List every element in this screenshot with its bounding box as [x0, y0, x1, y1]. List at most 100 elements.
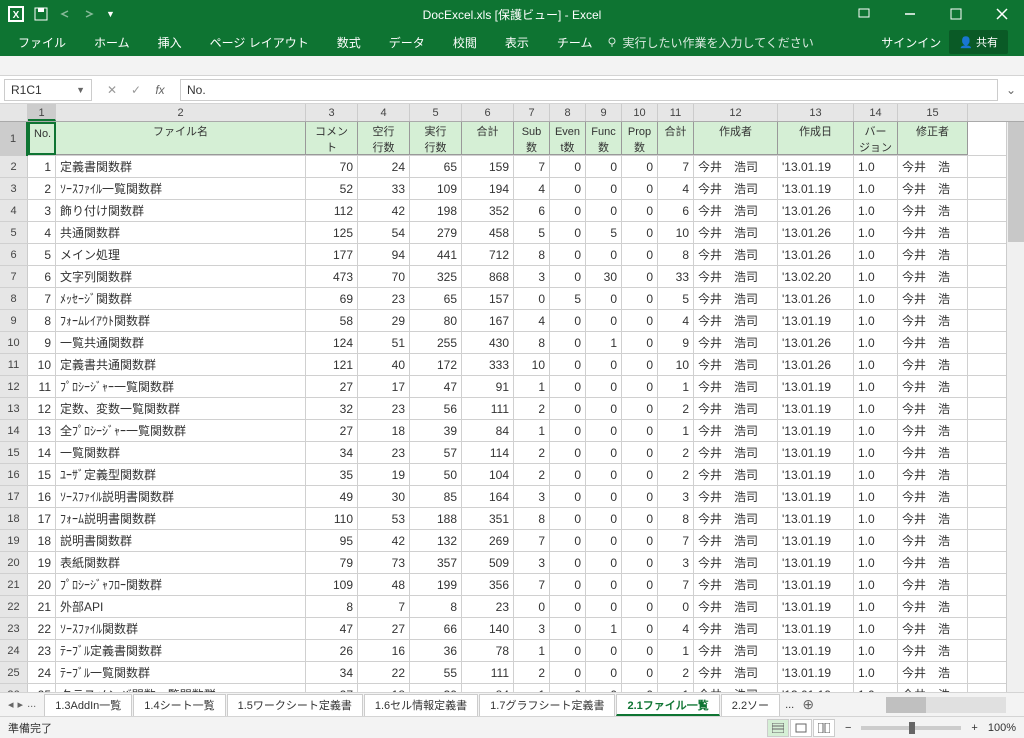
- col-header[interactable]: 14: [854, 104, 898, 121]
- cell[interactable]: 0: [586, 200, 622, 221]
- cell[interactable]: 33: [358, 178, 410, 199]
- cell[interactable]: 0: [550, 662, 586, 683]
- zoom-level[interactable]: 100%: [988, 722, 1016, 734]
- cell[interactable]: 8: [514, 508, 550, 529]
- cell[interactable]: 1.0: [854, 178, 898, 199]
- cell[interactable]: 164: [462, 486, 514, 507]
- cell[interactable]: 今井 浩: [898, 222, 968, 243]
- cell[interactable]: 32: [306, 398, 358, 419]
- row-header[interactable]: 23: [0, 618, 28, 639]
- cell[interactable]: 0: [550, 442, 586, 463]
- cell[interactable]: 7: [514, 156, 550, 177]
- cell[interactable]: 作成日: [778, 122, 854, 155]
- sheet-tab[interactable]: 1.4シート一覧: [133, 694, 225, 716]
- cell[interactable]: 5: [550, 288, 586, 309]
- cell[interactable]: 0: [622, 222, 658, 243]
- cell[interactable]: 0: [586, 508, 622, 529]
- tab-nav-more[interactable]: ...: [27, 698, 36, 711]
- cell[interactable]: 今井 浩: [898, 662, 968, 683]
- cell[interactable]: 5: [514, 222, 550, 243]
- cell[interactable]: バー ジョン: [854, 122, 898, 155]
- cell[interactable]: 199: [410, 574, 462, 595]
- redo-icon[interactable]: [82, 7, 96, 21]
- tab-insert[interactable]: 挿入: [144, 28, 196, 56]
- cell[interactable]: 95: [306, 530, 358, 551]
- cell[interactable]: 0: [622, 398, 658, 419]
- cell[interactable]: 1: [514, 420, 550, 441]
- cell[interactable]: 18: [358, 420, 410, 441]
- cell[interactable]: '13.01.19: [778, 398, 854, 419]
- cell[interactable]: 52: [306, 178, 358, 199]
- cell[interactable]: 125: [306, 222, 358, 243]
- cell[interactable]: 27: [306, 376, 358, 397]
- row-header[interactable]: 10: [0, 332, 28, 353]
- select-all-button[interactable]: [0, 104, 28, 121]
- cell[interactable]: 712: [462, 244, 514, 265]
- cell[interactable]: 1.0: [854, 596, 898, 617]
- cell[interactable]: 4: [514, 178, 550, 199]
- cell[interactable]: 1: [514, 376, 550, 397]
- tab-formulas[interactable]: 数式: [323, 28, 375, 56]
- row-header[interactable]: 1: [0, 122, 28, 156]
- scrollbar-thumb[interactable]: [1008, 122, 1024, 242]
- signin-link[interactable]: サインイン: [881, 34, 941, 51]
- cell[interactable]: 今井 浩: [898, 464, 968, 485]
- cell[interactable]: 0: [586, 156, 622, 177]
- row-header[interactable]: 25: [0, 662, 28, 683]
- cell[interactable]: '13.01.19: [778, 156, 854, 177]
- cell[interactable]: 1.0: [854, 640, 898, 661]
- cell[interactable]: 36: [410, 640, 462, 661]
- cell[interactable]: ﾃｰﾌﾞﾙ一覧関数群: [56, 662, 306, 683]
- cell[interactable]: 0: [622, 640, 658, 661]
- cell[interactable]: 1.0: [854, 552, 898, 573]
- cell[interactable]: 8: [306, 596, 358, 617]
- cell[interactable]: 外部API: [56, 596, 306, 617]
- cancel-formula-icon[interactable]: ✕: [104, 83, 120, 97]
- zoom-out-button[interactable]: −: [845, 722, 851, 734]
- cell[interactable]: 4: [658, 310, 694, 331]
- cell[interactable]: '13.01.19: [778, 442, 854, 463]
- ribbon-display-icon[interactable]: [842, 0, 886, 28]
- cell[interactable]: 3: [514, 486, 550, 507]
- cell[interactable]: 2: [514, 398, 550, 419]
- cell[interactable]: Func 数: [586, 122, 622, 155]
- cell[interactable]: 1.0: [854, 574, 898, 595]
- cell[interactable]: 定義書共通関数群: [56, 354, 306, 375]
- cell[interactable]: 0: [550, 464, 586, 485]
- cell[interactable]: 7: [658, 574, 694, 595]
- view-layout-icon[interactable]: [790, 719, 812, 737]
- cell[interactable]: 441: [410, 244, 462, 265]
- qat-customize-icon[interactable]: ▼: [106, 9, 115, 19]
- row-header[interactable]: 2: [0, 156, 28, 177]
- cell[interactable]: 177: [306, 244, 358, 265]
- sheet-tab[interactable]: 2.2ソー: [721, 694, 780, 716]
- cell[interactable]: 1.0: [854, 508, 898, 529]
- cell[interactable]: 今井 浩: [898, 178, 968, 199]
- cell[interactable]: 0: [550, 332, 586, 353]
- cell[interactable]: 今井 浩: [898, 618, 968, 639]
- cell[interactable]: 8: [28, 310, 56, 331]
- row-header[interactable]: 24: [0, 640, 28, 661]
- cell[interactable]: '13.02.20: [778, 266, 854, 287]
- cell[interactable]: 今井 浩司: [694, 464, 778, 485]
- cell[interactable]: 今井 浩: [898, 398, 968, 419]
- cell[interactable]: 今井 浩司: [694, 486, 778, 507]
- cell[interactable]: 23: [358, 288, 410, 309]
- cell[interactable]: 空行 行数: [358, 122, 410, 155]
- cell[interactable]: 今井 浩司: [694, 244, 778, 265]
- tab-home[interactable]: ホーム: [80, 28, 144, 56]
- col-header[interactable]: 15: [898, 104, 968, 121]
- cell[interactable]: 今井 浩: [898, 266, 968, 287]
- undo-icon[interactable]: [58, 7, 72, 21]
- cell[interactable]: 今井 浩: [898, 376, 968, 397]
- cell[interactable]: 0: [622, 596, 658, 617]
- formula-input[interactable]: No.: [180, 79, 998, 101]
- cell[interactable]: 29: [358, 310, 410, 331]
- row-header[interactable]: 8: [0, 288, 28, 309]
- cell[interactable]: 0: [550, 530, 586, 551]
- cell[interactable]: 53: [358, 508, 410, 529]
- row-header[interactable]: 19: [0, 530, 28, 551]
- cell[interactable]: 132: [410, 530, 462, 551]
- cell[interactable]: 一覧関数群: [56, 442, 306, 463]
- vertical-scrollbar[interactable]: [1006, 122, 1024, 692]
